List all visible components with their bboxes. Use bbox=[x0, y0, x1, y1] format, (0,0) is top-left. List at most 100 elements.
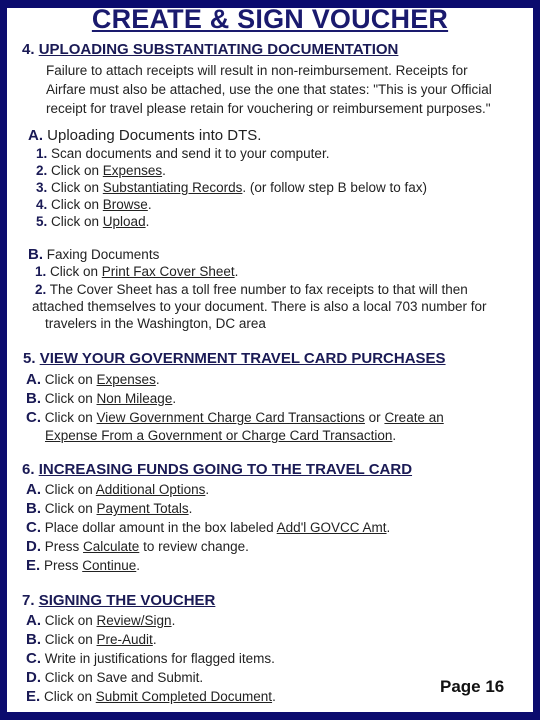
text-fragment: or bbox=[364, 410, 385, 425]
text-fragment: Click on bbox=[43, 689, 96, 704]
text-fragment: A. bbox=[26, 612, 41, 629]
list-item-continuation: Expense From a Government or Charge Card… bbox=[45, 428, 396, 443]
link-pre-audit[interactable]: Pre-Audit bbox=[97, 632, 153, 647]
section-4-heading: 4. UPLOADING SUBSTANTIATING DOCUMENTATIO… bbox=[22, 41, 398, 58]
link-payment-totals[interactable]: Payment Totals bbox=[97, 501, 189, 516]
text-fragment: 7. bbox=[22, 592, 35, 609]
list-item: E. Click on Submit Completed Document. bbox=[26, 688, 276, 705]
text-fragment: 1. bbox=[35, 264, 47, 279]
list-item: B. Click on Payment Totals. bbox=[26, 500, 192, 517]
text-fragment: Press bbox=[43, 558, 83, 573]
text-fragment: . bbox=[155, 372, 160, 387]
link-substantiating-records[interactable]: Substantiating Records bbox=[103, 180, 243, 195]
text-fragment: Press bbox=[44, 539, 84, 554]
text-fragment: C. bbox=[26, 519, 41, 536]
text-fragment: 1. bbox=[36, 146, 48, 161]
text-fragment: Click on bbox=[51, 163, 103, 178]
text-fragment: . bbox=[162, 163, 166, 178]
text-fragment: The Cover Sheet has a toll free number t… bbox=[49, 282, 468, 297]
list-item: 3. Click on Substantiating Records. (or … bbox=[36, 180, 427, 195]
list-item-continuation: travelers in the Washington, DC area bbox=[45, 316, 266, 331]
link-addl-govcc-amt[interactable]: Add'l GOVCC Amt bbox=[277, 520, 387, 535]
text-fragment: . bbox=[205, 482, 210, 497]
list-item: E. Press Continue. bbox=[26, 557, 140, 574]
text-fragment: Write in justifications for flagged item… bbox=[44, 651, 275, 666]
text-fragment: . bbox=[272, 689, 276, 704]
text-fragment: Click on bbox=[51, 197, 103, 212]
text-fragment: 5. bbox=[23, 350, 36, 367]
list-item: 2. Click on Expenses. bbox=[36, 163, 166, 178]
section-4-intro: Failure to attach receipts will result i… bbox=[46, 61, 492, 118]
link-calculate[interactable]: Calculate bbox=[83, 539, 139, 554]
link-review-sign[interactable]: Review/Sign bbox=[97, 613, 172, 628]
text-fragment: Click on bbox=[50, 264, 102, 279]
text-fragment: Failure to attach receipts will result i… bbox=[46, 63, 468, 78]
text-fragment: Click on bbox=[44, 632, 97, 647]
text-fragment: 5. bbox=[36, 214, 48, 229]
text-fragment: C. bbox=[26, 409, 41, 426]
list-item: C. Place dollar amount in the box labele… bbox=[26, 519, 390, 536]
list-item: A. Click on Additional Options. bbox=[26, 481, 209, 498]
text-fragment: 4. bbox=[36, 197, 48, 212]
link-non-mileage[interactable]: Non Mileage bbox=[97, 391, 173, 406]
text-fragment: 4. bbox=[22, 41, 35, 58]
link-upload[interactable]: Upload bbox=[103, 214, 146, 229]
text-fragment: 2. bbox=[35, 282, 47, 297]
text-fragment: Click on bbox=[44, 410, 97, 425]
text-fragment: 3. bbox=[36, 180, 48, 195]
section-5-title: VIEW YOUR GOVERNMENT TRAVEL CARD PURCHAS… bbox=[39, 350, 446, 367]
list-item: 2. The Cover Sheet has a toll free numbe… bbox=[35, 282, 468, 297]
link-print-fax-cover-sheet[interactable]: Print Fax Cover Sheet bbox=[102, 264, 235, 279]
text-fragment: Click on bbox=[44, 372, 97, 387]
document-page: CREATE & SIGN VOUCHER 4. UPLOADING SUBST… bbox=[7, 4, 533, 712]
text-fragment: . bbox=[171, 613, 176, 628]
text-fragment: E. bbox=[26, 557, 41, 574]
text-fragment: . bbox=[386, 520, 391, 535]
page-number: Page 16 bbox=[440, 677, 505, 696]
section-4-title: UPLOADING SUBSTANTIATING DOCUMENTATION bbox=[38, 41, 399, 58]
text-fragment: . bbox=[188, 501, 193, 516]
text-fragment: Faxing Documents bbox=[46, 247, 160, 262]
link-additional-options[interactable]: Additional Options bbox=[96, 482, 206, 497]
text-fragment: B. bbox=[26, 390, 41, 407]
page-title: CREATE & SIGN VOUCHER bbox=[91, 4, 449, 34]
link-submit-completed-document[interactable]: Submit Completed Document bbox=[96, 689, 272, 704]
link-continue[interactable]: Continue bbox=[82, 558, 136, 573]
text-fragment: . bbox=[152, 632, 157, 647]
text-fragment: . bbox=[145, 214, 150, 229]
text-fragment: . bbox=[147, 197, 152, 212]
text-fragment: B. bbox=[26, 500, 41, 517]
text-fragment: D. bbox=[26, 669, 41, 686]
text-fragment: 6. bbox=[22, 461, 35, 478]
link-view-government-charge-card-transactions[interactable]: View Government Charge Card Transactions bbox=[97, 410, 365, 425]
text-fragment: Click on bbox=[51, 214, 103, 229]
text-fragment: Airfare must also be attached, use the o… bbox=[46, 82, 492, 97]
text-fragment: to review change. bbox=[139, 539, 249, 554]
link-expenses[interactable]: Expenses bbox=[97, 372, 156, 387]
text-fragment: Uploading Documents into DTS. bbox=[47, 127, 262, 144]
text-fragment: A. bbox=[28, 127, 43, 144]
section-6-heading: 6. INCREASING FUNDS GOING TO THE TRAVEL … bbox=[22, 461, 412, 478]
text-fragment: Click on Save and Submit. bbox=[44, 670, 204, 685]
section-6-title: INCREASING FUNDS GOING TO THE TRAVEL CAR… bbox=[38, 461, 413, 478]
list-item: B. Click on Non Mileage. bbox=[26, 390, 176, 407]
list-item: 5. Click on Upload. bbox=[36, 214, 149, 229]
section-7-heading: 7. SIGNING THE VOUCHER bbox=[22, 592, 215, 609]
text-fragment: . (or follow step B below to fax) bbox=[242, 180, 427, 195]
text-fragment: . bbox=[234, 264, 239, 279]
section-5-heading: 5. VIEW YOUR GOVERNMENT TRAVEL CARD PURC… bbox=[23, 350, 446, 367]
list-item: D. Press Calculate to review change. bbox=[26, 538, 249, 555]
list-item: B. Click on Pre-Audit. bbox=[26, 631, 157, 648]
text-fragment: B. bbox=[28, 246, 43, 263]
link-expenses[interactable]: Expenses bbox=[103, 163, 162, 178]
text-fragment: B. bbox=[26, 631, 41, 648]
link-create-expense-from-charge-card[interactable]: Create an bbox=[384, 410, 443, 425]
text-fragment: A. bbox=[26, 371, 41, 388]
section-7-title: SIGNING THE VOUCHER bbox=[38, 592, 216, 609]
text-fragment: C. bbox=[26, 650, 41, 667]
text-fragment: A. bbox=[26, 481, 41, 498]
link-browse[interactable]: Browse bbox=[103, 197, 148, 212]
link-create-expense-from-charge-card-cont[interactable]: Expense From a Government or Charge Card… bbox=[45, 428, 392, 443]
list-item: 1. Click on Print Fax Cover Sheet. bbox=[35, 264, 238, 279]
text-fragment: Click on bbox=[44, 391, 97, 406]
